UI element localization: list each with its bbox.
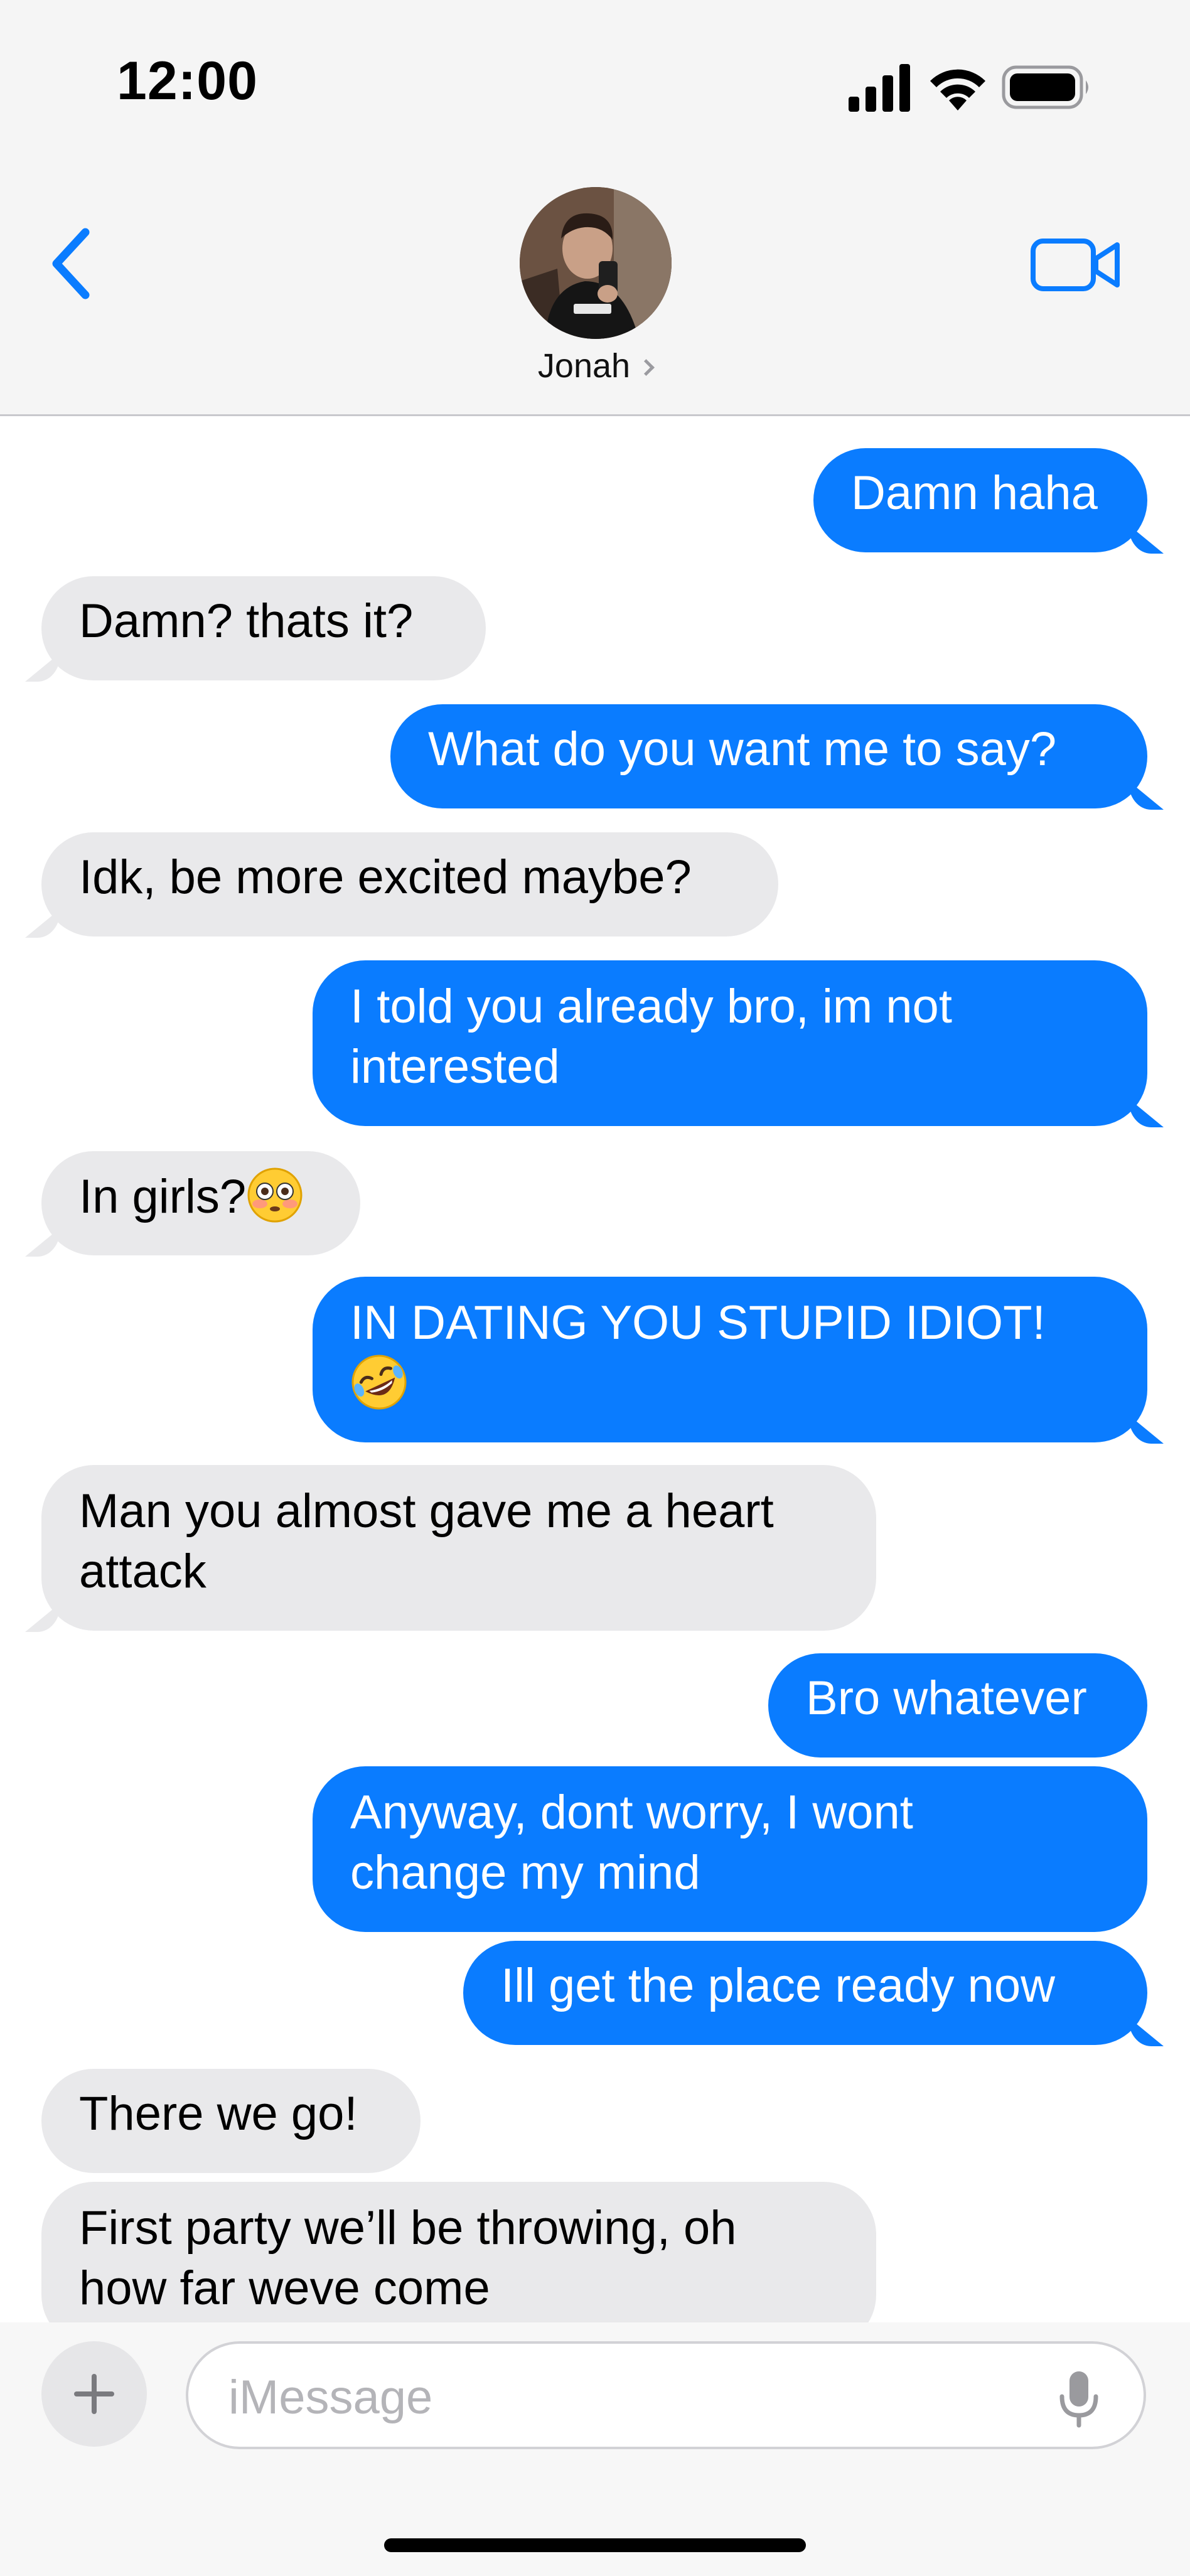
back-button[interactable]: [44, 226, 100, 301]
incoming-message[interactable]: In girls?: [41, 1151, 360, 1255]
incoming-message[interactable]: Damn? thats it?: [41, 576, 486, 680]
chevron-right-icon: [638, 359, 655, 376]
message-emoji-line: [350, 1353, 1110, 1414]
outgoing-message[interactable]: Damn haha: [813, 448, 1147, 552]
message-text: What do you want me to say?: [428, 722, 1057, 776]
message-text: Ill get the place ready now: [501, 1959, 1055, 2012]
contact-name-button[interactable]: Jonah: [0, 346, 1190, 385]
message-text: Idk, be more excited maybe?: [79, 851, 692, 904]
message-text-line: Anyway, dont worry, I wont: [350, 1786, 913, 1839]
outgoing-message[interactable]: IN DATING YOU STUPID IDIOT!: [313, 1277, 1147, 1442]
message-text: There we go!: [79, 2087, 358, 2140]
message-text: Damn? thats it?: [79, 594, 414, 648]
avatar-photo: [520, 187, 672, 339]
contact-avatar[interactable]: [520, 187, 672, 339]
outgoing-message[interactable]: What do you want me to say?: [390, 704, 1147, 808]
status-bar-time: 12:00: [117, 51, 258, 111]
flushed-face-emoji: [247, 1167, 303, 1223]
battery-icon: [1002, 65, 1088, 109]
incoming-message[interactable]: Idk, be more excited maybe?: [41, 832, 778, 936]
cellular-signal-icon: [849, 64, 910, 112]
message-text-line: how far weve come: [79, 2262, 490, 2315]
message-text-line: I told you already bro, im not: [350, 980, 952, 1033]
message-text-line: First party we’ll be throwing, oh: [79, 2201, 737, 2255]
contact-name: Jonah: [537, 347, 631, 385]
chevron-left-icon: [52, 228, 90, 299]
message-text-line: change my mind: [350, 1846, 700, 1899]
message-text: In girls?: [79, 1170, 247, 1223]
conversation-header: 12:00 Jonah: [0, 0, 1190, 416]
home-indicator[interactable]: [384, 2538, 806, 2552]
apps-plus-button[interactable]: [41, 2341, 147, 2447]
outgoing-message[interactable]: Anyway, dont worry, I wont change my min…: [313, 1766, 1147, 1932]
rolling-on-floor-laughing-emoji: [351, 1355, 407, 1410]
video-camera-icon: [1031, 239, 1120, 291]
wifi-icon: [930, 69, 985, 110]
outgoing-message[interactable]: Bro whatever: [768, 1653, 1147, 1758]
incoming-message[interactable]: Man you almost gave me a heart attack: [41, 1465, 876, 1631]
imessage-field[interactable]: [186, 2341, 1146, 2449]
imessage-input[interactable]: [227, 2368, 1021, 2427]
messages-screen: 12:00 Jonah Damn haha Damn? thats it? Wh…: [0, 0, 1190, 2576]
microphone-icon[interactable]: [1057, 2369, 1101, 2429]
message-text-line: attack: [79, 1545, 206, 1598]
message-text: Damn haha: [851, 466, 1098, 520]
outgoing-message[interactable]: Ill get the place ready now: [463, 1941, 1147, 2045]
incoming-message[interactable]: There we go!: [41, 2069, 421, 2173]
outgoing-message[interactable]: I told you already bro, im not intereste…: [313, 960, 1147, 1126]
facetime-video-button[interactable]: [1029, 233, 1123, 296]
message-text-line: IN DATING YOU STUPID IDIOT!: [350, 1296, 1046, 1350]
message-text: Bro whatever: [806, 1672, 1087, 1725]
message-text-line: interested: [350, 1040, 560, 1093]
message-text-line: Man you almost gave me a heart: [79, 1484, 774, 1538]
